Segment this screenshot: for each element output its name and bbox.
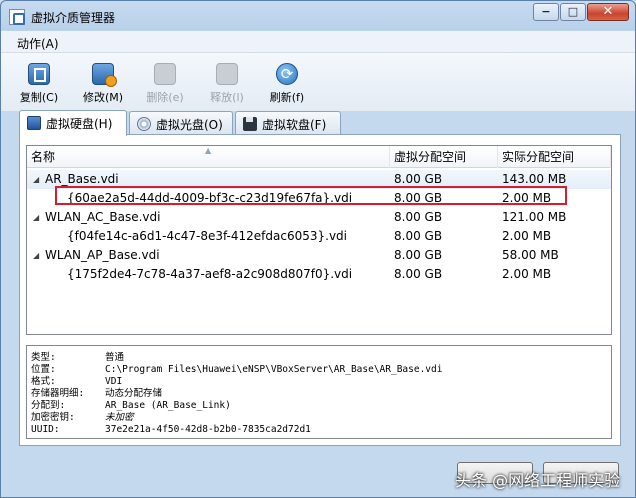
tree-header: 名称 ▲ 虚拟分配空间 实际分配空间: [27, 146, 611, 168]
row-virtual-size: 8.00 GB: [394, 267, 443, 281]
row-actual-size: 58.00 MB: [502, 248, 559, 262]
row-virtual-size: 8.00 GB: [394, 248, 443, 262]
watermark-text: 头条 @网络工程师实验: [455, 471, 621, 490]
tree-row[interactable]: ◢ WLAN_AP_Base.vdi 8.00 GB 58.00 MB: [27, 246, 611, 265]
window-title: 虚拟介质管理器: [31, 11, 116, 25]
remove-button[interactable]: 删除(e): [135, 63, 195, 105]
refresh-label: 刷新(f): [269, 91, 305, 104]
menu-bar: 动作(A): [1, 31, 635, 53]
release-icon: [216, 63, 238, 85]
collapse-arrow-icon[interactable]: ◢: [33, 170, 39, 189]
virtual-media-manager-window: 虚拟介质管理器 − □ ✕ 动作(A) 复制(C) 修改(M) 删除(e) 释放…: [0, 0, 636, 498]
row-actual-size: 2.00 MB: [502, 229, 552, 243]
tab-panel: 名称 ▲ 虚拟分配空间 实际分配空间 ◢ AR_Base.vdi 8.00 GB …: [19, 134, 621, 446]
app-icon: [9, 9, 25, 25]
tab-hard-disks-label: 虚拟硬盘(H): [46, 117, 113, 131]
row-name: WLAN_AC_Base.vdi: [45, 210, 161, 224]
column-header-virtual-size[interactable]: 虚拟分配空间: [390, 146, 498, 168]
column-header-actual-size[interactable]: 实际分配空间: [498, 146, 611, 168]
refresh-button[interactable]: 刷新(f): [257, 63, 317, 105]
tab-optical-disks-label: 虚拟光盘(O): [156, 118, 223, 132]
remove-label: 删除(e): [146, 91, 184, 104]
row-name: {f04fe14c-a6d1-4c47-8e3f-412efdac6053}.v…: [67, 229, 348, 243]
tab-floppy-disks-label: 虚拟软盘(F): [262, 118, 327, 132]
row-name: WLAN_AP_Base.vdi: [45, 248, 160, 262]
collapse-arrow-icon[interactable]: ◢: [33, 246, 39, 265]
row-actual-size: 121.00 MB: [502, 210, 567, 224]
highlight-annotation-box: [55, 186, 567, 205]
maximize-button[interactable]: □: [560, 3, 586, 21]
close-button[interactable]: ✕: [587, 3, 629, 21]
remove-icon: [154, 63, 176, 85]
menu-action[interactable]: 动作(A): [17, 35, 59, 52]
close-icon: ✕: [602, 4, 614, 19]
modify-button[interactable]: 修改(M): [73, 63, 133, 105]
window-controls: − □ ✕: [532, 3, 629, 21]
tree-row[interactable]: {175f2de4-7c78-4a37-aef8-a2c908d807f0}.v…: [27, 265, 611, 284]
row-virtual-size: 8.00 GB: [394, 210, 443, 224]
minimize-button[interactable]: −: [533, 3, 559, 21]
floppy-disk-icon: [243, 117, 257, 131]
copy-label: 复制(C): [19, 91, 59, 104]
tree-row[interactable]: {f04fe14c-a6d1-4c47-8e3f-412efdac6053}.v…: [27, 227, 611, 246]
collapse-arrow-icon[interactable]: ◢: [33, 208, 39, 227]
media-tree[interactable]: 名称 ▲ 虚拟分配空间 实际分配空间 ◢ AR_Base.vdi 8.00 GB …: [26, 145, 612, 335]
copy-icon: [28, 63, 50, 85]
copy-button[interactable]: 复制(C): [9, 63, 69, 105]
column-header-name[interactable]: 名称 ▲: [27, 146, 390, 168]
optical-disk-icon: [137, 117, 151, 131]
tree-row[interactable]: ◢ WLAN_AC_Base.vdi 8.00 GB 121.00 MB: [27, 208, 611, 227]
hard-disk-icon: [27, 116, 41, 130]
row-actual-size: 2.00 MB: [502, 267, 552, 281]
tab-optical-disks[interactable]: 虚拟光盘(O): [129, 111, 233, 135]
modify-icon: [92, 63, 117, 87]
title-bar: 虚拟介质管理器 − □ ✕: [1, 1, 635, 31]
tab-floppy-disks[interactable]: 虚拟软盘(F): [235, 111, 341, 135]
sort-arrow-icon: ▲: [205, 146, 212, 155]
modify-label: 修改(M): [82, 91, 124, 104]
release-button[interactable]: 释放(l): [197, 63, 257, 105]
maximize-icon: □: [567, 5, 579, 18]
row-name: {175f2de4-7c78-4a37-aef8-a2c908d807f0}.v…: [67, 267, 353, 281]
release-label: 释放(l): [210, 91, 244, 104]
dialog-footer: 头条 @网络工程师实验: [1, 453, 635, 497]
minimize-icon: −: [541, 5, 551, 18]
row-virtual-size: 8.00 GB: [394, 229, 443, 243]
toolbar: 复制(C) 修改(M) 删除(e) 释放(l) 刷新(f): [1, 53, 635, 111]
refresh-icon: [276, 63, 298, 85]
tab-hard-disks[interactable]: 虚拟硬盘(H): [19, 110, 127, 136]
details-pane: 类型: 普通 位置: C:\Program Files\Huawei\eNSP\VB…: [26, 345, 612, 439]
